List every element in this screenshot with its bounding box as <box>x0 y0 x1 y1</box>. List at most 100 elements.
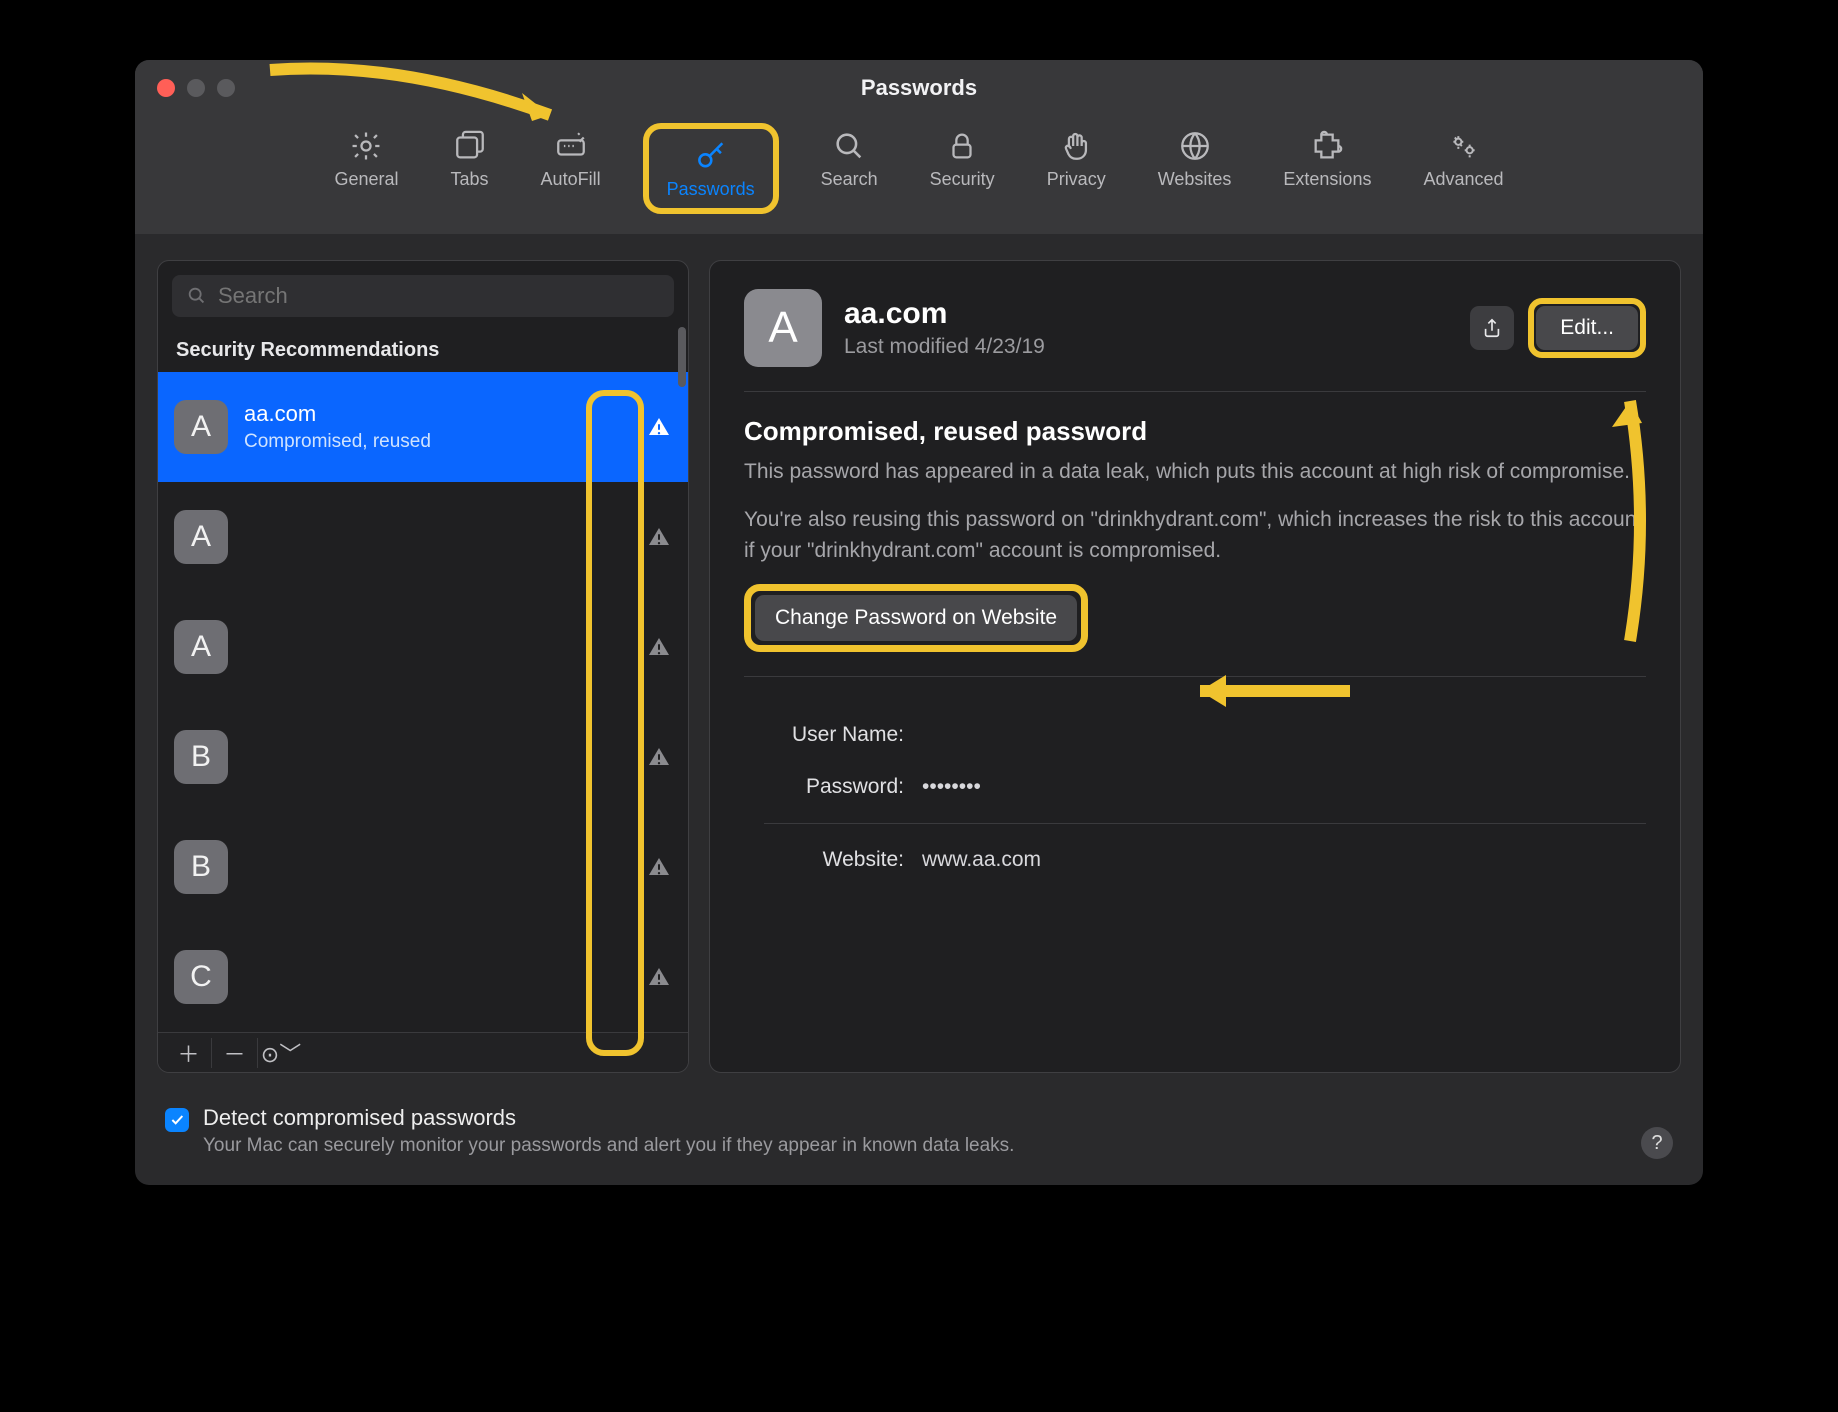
content-body: Security Recommendations A aa.com Compro… <box>135 234 1703 1091</box>
preferences-window: Passwords General Tabs AutoFill Password… <box>135 60 1703 1185</box>
row-avatar: B <box>174 840 228 894</box>
warning-icon <box>646 524 672 550</box>
titlebar: Passwords <box>135 60 1703 115</box>
password-value[interactable]: •••••••• <box>922 775 981 799</box>
website-value[interactable]: www.aa.com <box>922 848 1041 872</box>
detail-title: aa.com <box>844 297 1448 331</box>
footer-subtitle: Your Mac can securely monitor your passw… <box>203 1135 1014 1157</box>
share-icon <box>1481 317 1503 339</box>
share-button[interactable] <box>1470 306 1514 350</box>
add-button[interactable]: ＋ <box>166 1038 212 1068</box>
tab-privacy[interactable]: Privacy <box>1037 123 1116 214</box>
field-website: Website: www.aa.com <box>764 834 1646 886</box>
tab-search[interactable]: Search <box>811 123 888 214</box>
warning-icon <box>646 854 672 880</box>
password-list-row[interactable]: B <box>158 702 688 812</box>
tab-label: Privacy <box>1047 169 1106 190</box>
warning-icon <box>646 744 672 770</box>
password-list-row[interactable]: A <box>158 482 688 592</box>
warning-icon <box>646 964 672 990</box>
window-title: Passwords <box>135 75 1703 101</box>
close-button[interactable] <box>157 79 175 97</box>
change-password-label: Change Password on Website <box>775 606 1057 630</box>
field-password: Password: •••••••• <box>764 761 1646 813</box>
tab-websites[interactable]: Websites <box>1148 123 1242 214</box>
password-sidebar: Security Recommendations A aa.com Compro… <box>157 260 689 1073</box>
row-avatar: C <box>174 950 228 1004</box>
warning-body: This password has appeared in a data lea… <box>744 457 1646 566</box>
puzzle-icon <box>1310 129 1344 163</box>
edit-button[interactable]: Edit... <box>1536 306 1638 350</box>
sidebar-toolbar: ＋ － ⊙﹀ <box>158 1032 688 1072</box>
tab-general[interactable]: General <box>324 123 408 214</box>
remove-button[interactable]: － <box>212 1038 258 1068</box>
search-icon <box>186 285 208 307</box>
password-label: Password: <box>764 775 904 799</box>
tab-autofill[interactable]: AutoFill <box>531 123 611 214</box>
tab-advanced[interactable]: Advanced <box>1413 123 1513 214</box>
traffic-lights <box>157 79 235 97</box>
change-password-button[interactable]: Change Password on Website <box>755 595 1077 641</box>
tab-label: Passwords <box>667 179 755 200</box>
tab-label: General <box>334 169 398 190</box>
tab-tabs[interactable]: Tabs <box>441 123 499 214</box>
hand-icon <box>1059 129 1093 163</box>
tab-security[interactable]: Security <box>920 123 1005 214</box>
sidebar-section-header: Security Recommendations <box>158 327 688 372</box>
tabs-icon <box>453 129 487 163</box>
autofill-icon <box>554 129 588 163</box>
tab-label: Extensions <box>1283 169 1371 190</box>
minimize-button[interactable] <box>187 79 205 97</box>
tab-label: Tabs <box>451 169 489 190</box>
detail-header: A aa.com Last modified 4/23/19 Edit... <box>744 289 1646 367</box>
tab-label: Search <box>821 169 878 190</box>
warning-paragraph-1: This password has appeared in a data lea… <box>744 457 1646 487</box>
detail-subtitle: Last modified 4/23/19 <box>844 335 1448 359</box>
preferences-toolbar: General Tabs AutoFill Passwords Search S… <box>135 115 1703 234</box>
search-input[interactable] <box>218 283 660 309</box>
help-button[interactable]: ? <box>1641 1127 1673 1159</box>
row-title: aa.com <box>244 401 630 427</box>
tab-label: Security <box>930 169 995 190</box>
detect-compromised-checkbox[interactable] <box>165 1108 189 1132</box>
divider <box>744 391 1646 392</box>
tab-label: Advanced <box>1423 169 1503 190</box>
search-icon <box>832 129 866 163</box>
check-icon <box>169 1112 185 1128</box>
warning-icon <box>646 414 672 440</box>
row-avatar: A <box>174 510 228 564</box>
zoom-button[interactable] <box>217 79 235 97</box>
password-list-row[interactable]: A <box>158 592 688 702</box>
warning-title: Compromised, reused password <box>744 416 1646 447</box>
warning-paragraph-2: You're also reusing this password on "dr… <box>744 505 1646 566</box>
row-avatar: B <box>174 730 228 784</box>
detail-panel: A aa.com Last modified 4/23/19 Edit... <box>709 260 1681 1073</box>
highlight-edit: Edit... <box>1528 298 1646 358</box>
more-button[interactable]: ⊙﹀ <box>258 1038 304 1068</box>
password-list-row[interactable]: C <box>158 922 688 1032</box>
username-label: User Name: <box>764 723 904 747</box>
tab-label: Websites <box>1158 169 1232 190</box>
globe-icon <box>1178 129 1212 163</box>
password-list[interactable]: A aa.com Compromised, reused A A B B <box>158 372 688 1032</box>
row-avatar: A <box>174 620 228 674</box>
lock-icon <box>945 129 979 163</box>
tab-passwords[interactable]: Passwords <box>657 133 765 206</box>
divider <box>744 676 1646 677</box>
divider <box>764 823 1646 824</box>
password-list-row[interactable]: A aa.com Compromised, reused <box>158 372 688 482</box>
credential-fields: User Name: Password: •••••••• Website: w… <box>744 701 1646 886</box>
warning-icon <box>646 634 672 660</box>
scrollbar-thumb[interactable] <box>678 327 686 387</box>
site-avatar: A <box>744 289 822 367</box>
tab-label: AutoFill <box>541 169 601 190</box>
field-username: User Name: <box>764 709 1646 761</box>
gears-icon <box>1447 129 1481 163</box>
password-list-row[interactable]: B <box>158 812 688 922</box>
row-subtitle: Compromised, reused <box>244 431 630 453</box>
key-icon <box>694 139 728 173</box>
highlight-passwords-tab: Passwords <box>643 123 779 214</box>
search-field[interactable] <box>172 275 674 317</box>
highlight-change-password: Change Password on Website <box>744 584 1088 652</box>
tab-extensions[interactable]: Extensions <box>1273 123 1381 214</box>
